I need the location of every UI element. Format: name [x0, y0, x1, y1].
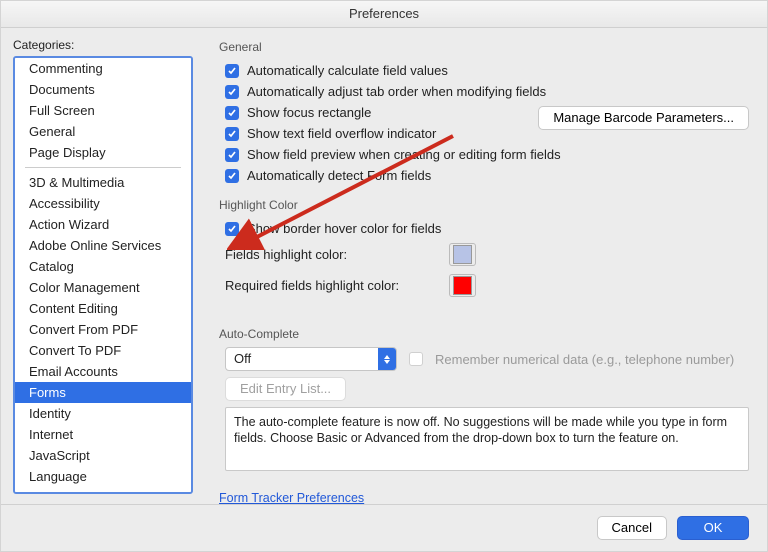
categories-sidebar: Categories: CommentingDocumentsFull Scre… — [1, 28, 201, 504]
auto-calc-label: Automatically calculate field values — [247, 63, 448, 78]
hover-label: Show border hover color for fields — [247, 221, 441, 236]
window-body: Categories: CommentingDocumentsFull Scre… — [1, 28, 767, 504]
sidebar-item-commenting[interactable]: Commenting — [15, 58, 191, 79]
sidebar-item-convert-from-pdf[interactable]: Convert From PDF — [15, 319, 191, 340]
required-color-swatch — [453, 276, 472, 295]
focus-rect-checkbox[interactable] — [225, 106, 239, 120]
general-title: General — [219, 38, 749, 60]
auto-tab-label: Automatically adjust tab order when modi… — [247, 84, 546, 99]
fields-color-label: Fields highlight color: — [225, 247, 425, 262]
remember-numerical-checkbox — [409, 352, 423, 366]
sidebar-item-full-screen[interactable]: Full Screen — [15, 100, 191, 121]
manage-barcode-button[interactable]: Manage Barcode Parameters... — [538, 106, 749, 130]
sidebar-item-forms[interactable]: Forms — [15, 382, 191, 403]
cancel-button[interactable]: Cancel — [597, 516, 667, 540]
sidebar-item-accessibility[interactable]: Accessibility — [15, 193, 191, 214]
sidebar-item-language[interactable]: Language — [15, 466, 191, 487]
sidebar-item-identity[interactable]: Identity — [15, 403, 191, 424]
sidebar-item-color-management[interactable]: Color Management — [15, 277, 191, 298]
highlight-section: Highlight Color Show border hover color … — [219, 196, 749, 301]
categories-list[interactable]: CommentingDocumentsFull ScreenGeneralPag… — [13, 56, 193, 494]
sidebar-item-catalog[interactable]: Catalog — [15, 256, 191, 277]
ok-button[interactable]: OK — [677, 516, 749, 540]
form-tracker-link[interactable]: Form Tracker Preferences — [219, 491, 749, 504]
preview-label: Show field preview when creating or edit… — [247, 147, 561, 162]
fields-color-button[interactable] — [449, 243, 476, 266]
window-title: Preferences — [1, 1, 767, 28]
sidebar-item-page-display[interactable]: Page Display — [15, 142, 191, 163]
categories-label: Categories: — [13, 38, 193, 52]
sidebar-item-documents[interactable]: Documents — [15, 79, 191, 100]
fields-color-swatch — [453, 245, 472, 264]
overflow-label: Show text field overflow indicator — [247, 126, 436, 141]
overflow-checkbox[interactable] — [225, 127, 239, 141]
sidebar-item-general[interactable]: General — [15, 121, 191, 142]
preview-checkbox[interactable] — [225, 148, 239, 162]
sidebar-item-adobe-online-services[interactable]: Adobe Online Services — [15, 235, 191, 256]
select-arrows-icon — [378, 348, 396, 370]
autocomplete-select[interactable]: Off — [225, 347, 397, 371]
autocomplete-section: Auto-Complete Off Remember numerical dat… — [219, 325, 749, 471]
sidebar-item-email-accounts[interactable]: Email Accounts — [15, 361, 191, 382]
auto-tab-checkbox[interactable] — [225, 85, 239, 99]
dialog-footer: Cancel OK — [1, 504, 767, 551]
autocomplete-title: Auto-Complete — [219, 325, 749, 347]
required-color-label: Required fields highlight color: — [225, 278, 425, 293]
sidebar-item-3d-multimedia[interactable]: 3D & Multimedia — [15, 172, 191, 193]
autocomplete-description: The auto-complete feature is now off. No… — [225, 407, 749, 471]
preferences-window: Preferences Categories: CommentingDocume… — [0, 0, 768, 552]
sidebar-item-javascript[interactable]: JavaScript — [15, 445, 191, 466]
barcode-area: Manage Barcode Parameters... — [538, 106, 749, 130]
sidebar-item-convert-to-pdf[interactable]: Convert To PDF — [15, 340, 191, 361]
remember-numerical-label: Remember numerical data (e.g., telephone… — [435, 352, 734, 367]
sidebar-separator — [25, 167, 181, 168]
focus-rect-label: Show focus rectangle — [247, 105, 371, 120]
sidebar-item-action-wizard[interactable]: Action Wizard — [15, 214, 191, 235]
sidebar-item-content-editing[interactable]: Content Editing — [15, 298, 191, 319]
required-color-button[interactable] — [449, 274, 476, 297]
sidebar-item-measuring-2d-[interactable]: Measuring (2D) — [15, 487, 191, 494]
forms-panel: General Automatically calculate field va… — [201, 28, 767, 504]
auto-calc-checkbox[interactable] — [225, 64, 239, 78]
hover-checkbox[interactable] — [225, 222, 239, 236]
detect-checkbox[interactable] — [225, 169, 239, 183]
highlight-title: Highlight Color — [219, 196, 749, 218]
autocomplete-select-value: Off — [226, 348, 378, 370]
sidebar-item-internet[interactable]: Internet — [15, 424, 191, 445]
detect-label: Automatically detect Form fields — [247, 168, 431, 183]
edit-entry-list-button: Edit Entry List... — [225, 377, 346, 401]
